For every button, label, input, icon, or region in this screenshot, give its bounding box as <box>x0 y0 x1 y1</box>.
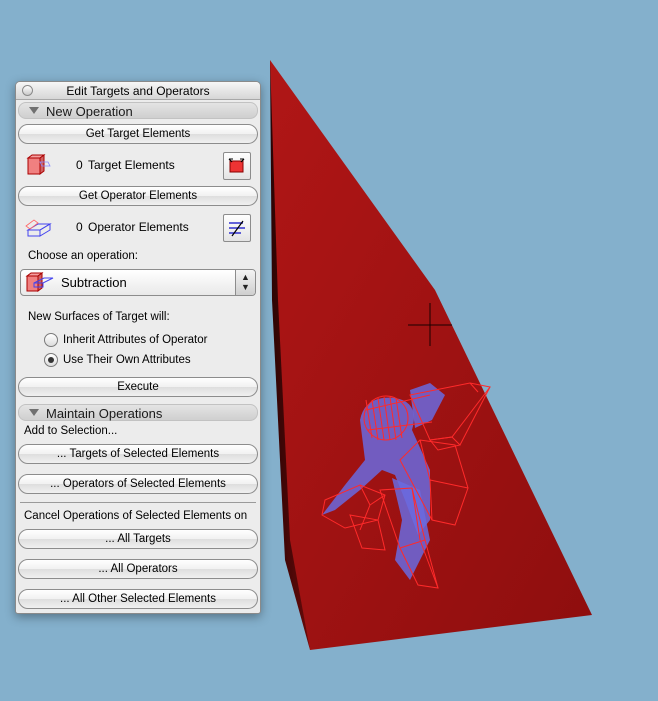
subtraction-icon <box>25 272 54 292</box>
new-operation-header[interactable]: New Operation <box>18 102 258 119</box>
operators-of-selected-button[interactable]: ... Operators of Selected Elements <box>18 474 258 494</box>
target-elements-label: Target Elements <box>88 158 175 172</box>
maintain-operations-header[interactable]: Maintain Operations <box>18 404 258 421</box>
target-count: 0 <box>76 158 83 172</box>
radio-inherit-attributes-label: Inherit Attributes of Operator <box>63 334 208 346</box>
choose-operation-label: Choose an operation: <box>28 250 138 262</box>
select-operator-icon <box>229 220 245 237</box>
new-surfaces-label: New Surfaces of Target will: <box>28 311 170 323</box>
operator-element-icon <box>25 219 52 237</box>
all-other-selected-button[interactable]: ... All Other Selected Elements <box>18 589 258 609</box>
select-stepper-arrows-icon[interactable]: ▲ ▼ <box>235 270 255 295</box>
get-operator-elements-button[interactable]: Get Operator Elements <box>18 186 258 206</box>
section-divider <box>20 502 256 503</box>
maintain-operations-label: Maintain Operations <box>46 406 163 421</box>
add-to-selection-label: Add to Selection... <box>24 425 118 437</box>
operation-select[interactable]: Subtraction ▲ ▼ <box>20 269 256 296</box>
select-target-button[interactable] <box>223 152 251 180</box>
targets-of-selected-button[interactable]: ... Targets of Selected Elements <box>18 444 258 464</box>
3d-viewport[interactable]: Edit Targets and Operators New Operation… <box>0 0 658 701</box>
select-operator-button[interactable] <box>223 214 251 242</box>
radio-own-attributes[interactable] <box>44 353 58 367</box>
operator-count: 0 <box>76 220 83 234</box>
operator-elements-label: Operator Elements <box>88 220 189 234</box>
radio-own-attributes-label: Use Their Own Attributes <box>63 354 191 366</box>
execute-button[interactable]: Execute <box>18 377 258 397</box>
all-operators-button[interactable]: ... All Operators <box>18 559 258 579</box>
disclosure-triangle-icon[interactable] <box>29 409 39 416</box>
disclosure-triangle-icon[interactable] <box>29 107 39 114</box>
palette-title: Edit Targets and Operators <box>66 84 210 98</box>
select-target-icon <box>228 158 245 173</box>
radio-inherit-attributes[interactable] <box>44 333 58 347</box>
edit-targets-operators-palette[interactable]: Edit Targets and Operators New Operation… <box>15 81 261 614</box>
get-target-elements-button[interactable]: Get Target Elements <box>18 124 258 144</box>
new-operation-label: New Operation <box>46 104 133 119</box>
operation-selected-value: Subtraction <box>61 275 127 290</box>
cancel-operations-label: Cancel Operations of Selected Elements o… <box>24 510 248 522</box>
target-element-icon <box>26 154 51 175</box>
all-targets-button[interactable]: ... All Targets <box>18 529 258 549</box>
palette-titlebar[interactable]: Edit Targets and Operators <box>16 82 260 100</box>
